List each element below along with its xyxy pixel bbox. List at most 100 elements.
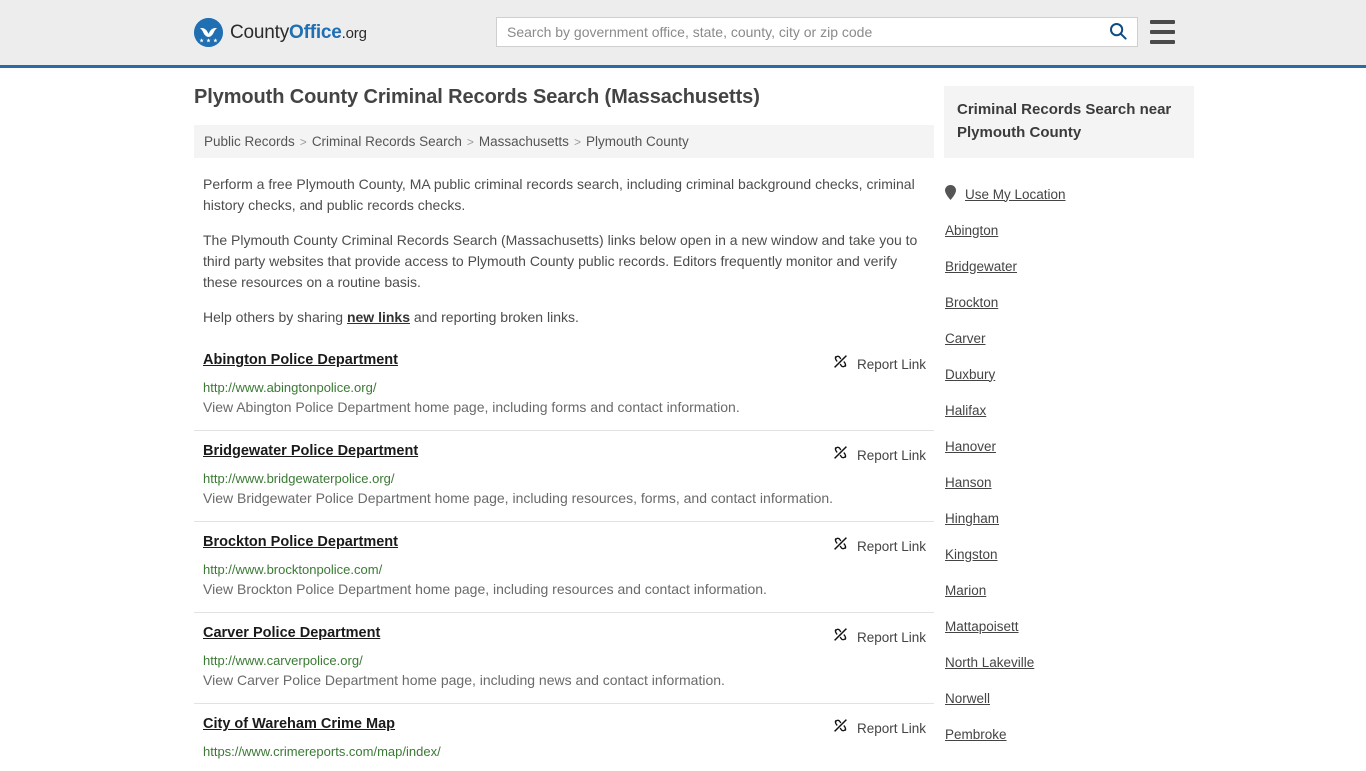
site-brand-text: CountyOffice.org [230,22,367,44]
hamburger-bar [1150,20,1175,24]
listing-url: https://www.crimereports.com/map/index/ [203,744,441,759]
brand-part-tld: .org [341,24,367,42]
report-link-button[interactable]: Report Link [832,444,926,466]
intro-p3-after: and reporting broken links. [410,309,579,325]
brand-part-office: Office [289,21,342,43]
site-header: CountyOffice.org [0,0,1366,68]
hamburger-bar [1150,40,1175,44]
search-input[interactable] [497,18,1099,46]
breadcrumb-item-plymouth-county[interactable]: Plymouth County [586,134,689,149]
site-logo-link[interactable]: CountyOffice.org [194,18,367,47]
breadcrumb-separator-icon: > [466,134,474,149]
listing-header: Carver Police Department Report Link [203,625,926,648]
sidebar-place-link[interactable]: Hanover [945,439,996,454]
sidebar-place-link[interactable]: Duxbury [945,367,995,382]
breadcrumb-item-criminal-records-search[interactable]: Criminal Records Search [312,134,462,149]
breadcrumb-separator-icon: > [299,134,307,149]
sidebar-item-hingham[interactable]: Hingham [945,500,1194,536]
report-link-button[interactable]: Report Link [832,626,926,648]
sidebar-place-link[interactable]: Halifax [945,403,986,418]
new-links-link[interactable]: new links [347,309,410,325]
sidebar-place-link[interactable]: Norwell [945,691,990,706]
report-link-label: Report Link [856,447,926,463]
sidebar-place-link[interactable]: Kingston [945,547,998,562]
broken-link-icon [832,353,849,375]
listing-title-link[interactable]: Abington Police Department [203,352,398,368]
listing-title-link[interactable]: City of Wareham Crime Map [203,716,395,732]
listing-header: City of Wareham Crime Map Report Link [203,716,926,739]
sidebar-place-list: Use My Location Abington Bridgewater Bro… [944,176,1194,752]
sidebar-place-link[interactable]: Abington [945,223,998,238]
breadcrumb-item-massachusetts[interactable]: Massachusetts [479,134,569,149]
page-title: Plymouth County Criminal Records Search … [194,86,760,108]
main-column: Plymouth County Criminal Records Search … [194,86,934,771]
sidebar-item-bridgewater[interactable]: Bridgewater [945,248,1194,284]
sidebar-item-hanson[interactable]: Hanson [945,464,1194,500]
search-button[interactable] [1099,18,1137,46]
search-bar [496,17,1138,47]
report-link-label: Report Link [856,538,926,554]
report-link-button[interactable]: Report Link [832,353,926,375]
use-my-location-link[interactable]: Use My Location [965,187,1066,202]
sidebar-place-link[interactable]: Hingham [945,511,999,526]
listing-url: http://www.brocktonpolice.com/ [203,562,383,577]
intro-paragraph-1: Perform a free Plymouth County, MA publi… [203,176,915,213]
intro-text: Perform a free Plymouth County, MA publi… [194,174,934,328]
sidebar-item-pembroke[interactable]: Pembroke [945,716,1194,752]
hamburger-menu-icon[interactable] [1150,20,1175,44]
sidebar-item-norwell[interactable]: Norwell [945,680,1194,716]
breadcrumb-item-public-records[interactable]: Public Records [204,134,295,149]
sidebar-place-link[interactable]: Mattapoisett [945,619,1019,634]
listing-header: Bridgewater Police Department Report Lin… [203,443,926,466]
listing-title-link[interactable]: Carver Police Department [203,625,380,641]
listing-url: http://www.bridgewaterpolice.org/ [203,471,395,486]
sidebar-item-brockton[interactable]: Brockton [945,284,1194,320]
map-pin-icon [945,185,956,203]
sidebar-item-halifax[interactable]: Halifax [945,392,1194,428]
report-link-label: Report Link [856,356,926,372]
broken-link-icon [832,444,849,466]
listing-item: Brockton Police Department Report Link h… [194,521,934,612]
report-link-button[interactable]: Report Link [832,717,926,739]
listing-header: Brockton Police Department Report Link [203,534,926,557]
sidebar-place-link[interactable]: Pembroke [945,727,1007,742]
sidebar-item-north-lakeville[interactable]: North Lakeville [945,644,1194,680]
intro-paragraph-3: Help others by sharing new links and rep… [194,307,934,328]
page-body: Plymouth County Criminal Records Search … [0,68,1366,771]
listing-item: Bridgewater Police Department Report Lin… [194,430,934,521]
eagle-shield-logo-icon [194,18,223,47]
broken-link-icon [832,717,849,739]
listing-description: View Bridgewater Police Department home … [203,490,834,506]
listing-item: Carver Police Department Report Link htt… [194,612,934,703]
sidebar-item-carver[interactable]: Carver [945,320,1194,356]
listing-header: Abington Police Department Report Link [203,352,926,375]
breadcrumb-separator-icon: > [573,134,581,149]
brand-part-county: County [230,21,290,43]
broken-link-icon [832,626,849,648]
sidebar-place-link[interactable]: Hanson [945,475,992,490]
listing-title-link[interactable]: Bridgewater Police Department [203,443,418,459]
sidebar-item-mattapoisett[interactable]: Mattapoisett [945,608,1194,644]
sidebar-place-link[interactable]: North Lakeville [945,655,1034,670]
sidebar-item-kingston[interactable]: Kingston [945,536,1194,572]
listing-url: http://www.abingtonpolice.org/ [203,380,377,395]
sidebar-item-hanover[interactable]: Hanover [945,428,1194,464]
report-link-label: Report Link [856,629,926,645]
sidebar-place-link[interactable]: Brockton [945,295,998,310]
listing-description: View Carver Police Department home page,… [203,672,725,688]
sidebar-place-link[interactable]: Carver [945,331,986,346]
intro-p3-before: Help others by sharing [203,309,347,325]
report-link-button[interactable]: Report Link [832,535,926,557]
listing-results: Abington Police Department Report Link h… [194,344,934,771]
sidebar-place-link[interactable]: Bridgewater [945,259,1017,274]
listing-description: View Abington Police Department home pag… [203,399,740,415]
sidebar-item-duxbury[interactable]: Duxbury [945,356,1194,392]
sidebar-item-marion[interactable]: Marion [945,572,1194,608]
sidebar-item-use-my-location[interactable]: Use My Location [945,176,1194,212]
intro-paragraph-2: The Plymouth County Criminal Records Sea… [203,232,918,290]
listing-title-link[interactable]: Brockton Police Department [203,534,398,550]
sidebar-place-link[interactable]: Marion [945,583,986,598]
listing-url: http://www.carverpolice.org/ [203,653,363,668]
sidebar-item-abington[interactable]: Abington [945,212,1194,248]
listing-item: Abington Police Department Report Link h… [194,344,934,430]
